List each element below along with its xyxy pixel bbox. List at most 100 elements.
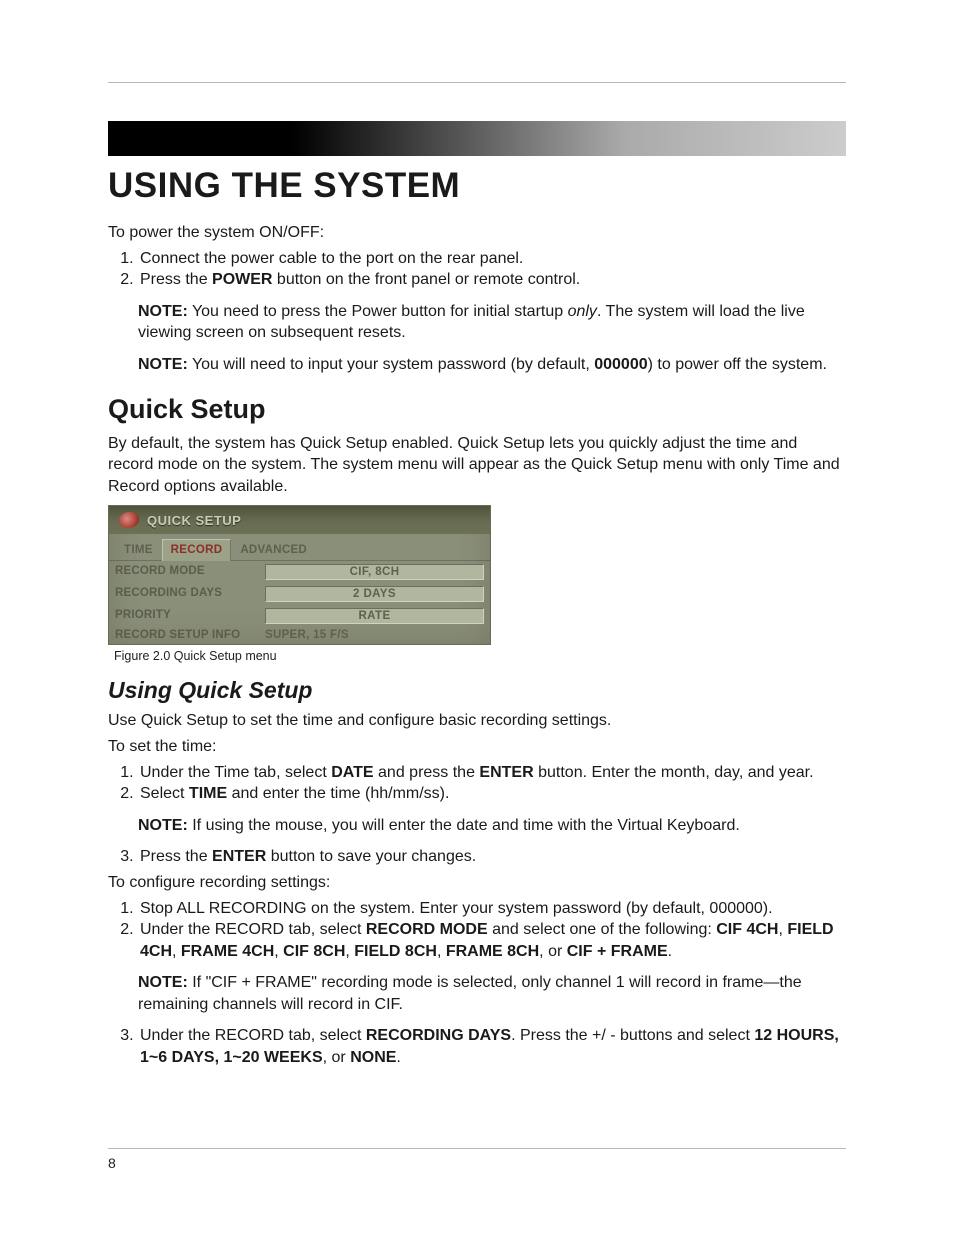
table-row: RECORD MODE CIF, 8CH [109,561,490,583]
table-row: PRIORITY RATE [109,605,490,627]
logo-icon [118,511,140,530]
page-footer: 8 [108,1148,846,1171]
period: . [668,943,672,960]
top-rule [108,82,846,83]
tab-record[interactable]: RECORD [162,539,232,561]
record-mode-field[interactable]: CIF, 8CH [265,564,484,580]
step-text: button to save your changes. [266,848,476,865]
table-row: RECORD SETUP INFO SUPER, 15 F/S [109,627,490,645]
figure-caption: Figure 2.0 Quick Setup menu [114,649,846,663]
field-label: PRIORITY [109,605,259,627]
list-item: Under the Time tab, select DATE and pres… [138,762,846,784]
or-text: , or [539,943,567,960]
step-text: Under the RECORD tab, select [140,921,366,938]
note-text: If using the mouse, you will enter the d… [188,817,740,834]
period: . [396,1049,400,1066]
bold-text: ENTER [479,764,533,781]
page-title: USING THE SYSTEM [108,166,846,206]
list-item: Stop ALL RECORDING on the system. Enter … [138,898,846,920]
note-text: If "CIF + FRAME" recording mode is selec… [138,974,802,1013]
step-text: button. Enter the month, day, and year. [534,764,814,781]
step-text: Connect the power cable to the port on t… [140,250,523,267]
page-number: 8 [108,1155,116,1171]
step-text: Press the [140,271,212,288]
step-text: Press the [140,848,212,865]
recording-steps: Stop ALL RECORDING on the system. Enter … [108,898,846,963]
bold-text: FRAME 8CH [446,943,539,960]
step-text: and select one of the following: [488,921,717,938]
bold-text: ENTER [212,848,266,865]
field-cell: CIF, 8CH [259,561,490,583]
note-text: You need to press the Power button for i… [188,303,568,320]
intro-text: To power the system ON/OFF: [108,222,846,244]
paragraph: Use Quick Setup to set the time and conf… [108,710,846,732]
bold-text: CIF 8CH [283,943,345,960]
list-item: Under the RECORD tab, select RECORDING D… [138,1025,846,1068]
note-label: NOTE: [138,974,188,991]
paragraph: By default, the system has Quick Setup e… [108,433,846,498]
label-text: To configure recording settings: [108,872,846,894]
section-heading: Quick Setup [108,394,846,425]
recording-steps-cont: Under the RECORD tab, select RECORDING D… [108,1025,846,1068]
bold-text: FIELD 8CH [354,943,437,960]
figure: QUICK SETUP TIME RECORD ADVANCED RECORD … [108,505,846,663]
note-text: You will need to input your system passw… [188,356,594,373]
bold-text: TIME [189,785,227,802]
bold-text: NONE [350,1049,396,1066]
time-steps-cont: Press the ENTER button to save your chan… [108,846,846,868]
bold-text: POWER [212,271,272,288]
record-setup-info-value: SUPER, 15 F/S [259,627,490,645]
note-block: NOTE: If using the mouse, you will enter… [138,815,846,837]
menu-tabs: TIME RECORD ADVANCED [109,534,490,561]
menu-header: QUICK SETUP [109,506,490,534]
italic-text: only [568,303,597,320]
step-text: and press the [374,764,480,781]
section-banner [108,121,846,156]
priority-field[interactable]: RATE [265,608,484,624]
comma: , [172,943,181,960]
bold-text: CIF 4CH [716,921,778,938]
field-label: RECORD MODE [109,561,259,583]
field-cell: 2 DAYS [259,583,490,605]
step-text: Under the RECORD tab, select [140,1027,366,1044]
step-text: Select [140,785,189,802]
field-label: RECORDING DAYS [109,583,259,605]
list-item: Connect the power cable to the port on t… [138,248,846,270]
label-text: To set the time: [108,736,846,758]
bold-text: RECORDING DAYS [366,1027,511,1044]
comma: , [437,943,446,960]
bold-text: FRAME 4CH [181,943,274,960]
bold-text: DATE [331,764,373,781]
step-text: and enter the time (hh/mm/ss). [227,785,449,802]
step-text: Under the Time tab, select [140,764,331,781]
table-row: RECORDING DAYS 2 DAYS [109,583,490,605]
menu-table: RECORD MODE CIF, 8CH RECORDING DAYS 2 DA… [109,561,490,645]
note-text: ) to power off the system. [648,356,827,373]
list-item: Select TIME and enter the time (hh/mm/ss… [138,783,846,805]
step-text: . Press the +/ - buttons and select [511,1027,754,1044]
note-block: NOTE: If "CIF + FRAME" recording mode is… [138,972,846,1015]
bold-text: 000000 [594,356,647,373]
or-text: , or [323,1049,351,1066]
note-label: NOTE: [138,817,188,834]
bold-text: CIF + FRAME [567,943,668,960]
step-text: Stop ALL RECORDING on the system. Enter … [140,900,773,917]
note-block: NOTE: You will need to input your system… [138,354,846,376]
menu-title: QUICK SETUP [147,514,241,527]
comma: , [345,943,354,960]
comma: , [274,943,283,960]
power-steps: Connect the power cable to the port on t… [108,248,846,291]
list-item: Under the RECORD tab, select RECORD MODE… [138,919,846,962]
time-steps: Under the Time tab, select DATE and pres… [108,762,846,805]
quick-setup-menu: QUICK SETUP TIME RECORD ADVANCED RECORD … [108,505,491,645]
field-label: RECORD SETUP INFO [109,627,259,645]
tab-time[interactable]: TIME [115,539,162,561]
step-text: button on the front panel or remote cont… [272,271,580,288]
tab-advanced[interactable]: ADVANCED [231,539,316,561]
recording-days-field[interactable]: 2 DAYS [265,586,484,602]
note-block: NOTE: You need to press the Power button… [138,301,846,344]
field-cell: RATE [259,605,490,627]
note-label: NOTE: [138,303,188,320]
note-label: NOTE: [138,356,188,373]
list-item: Press the ENTER button to save your chan… [138,846,846,868]
